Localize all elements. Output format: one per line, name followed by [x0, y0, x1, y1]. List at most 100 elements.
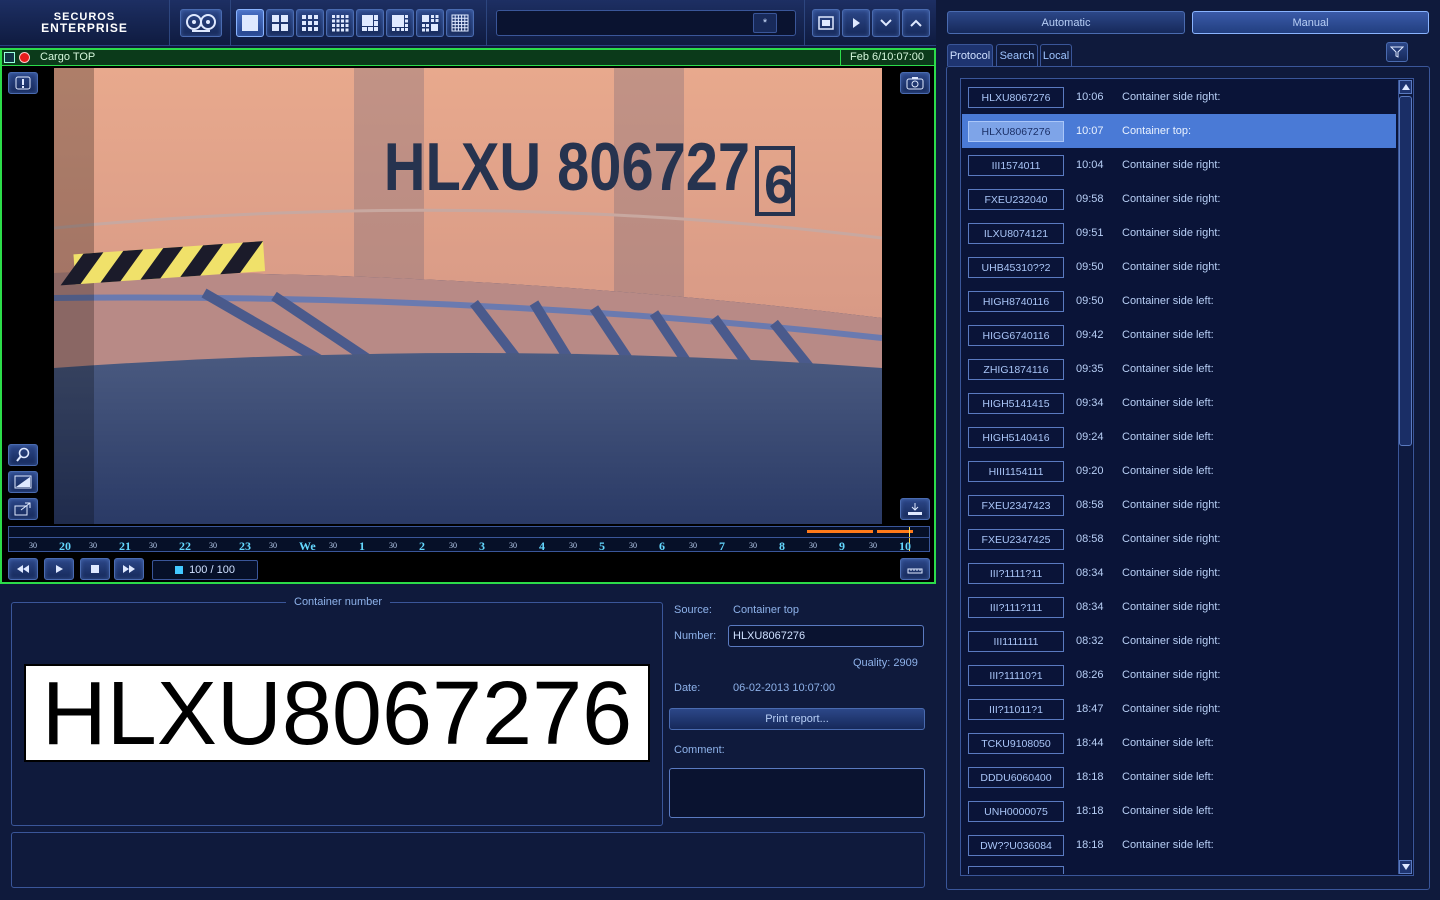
camera-image[interactable]: HLXU 806727 6: [54, 68, 882, 524]
timeline-tick-label: 21: [119, 539, 131, 553]
time-cell: 08:58: [1076, 533, 1104, 545]
camera-timestamp: Feb 6/10:07:00: [850, 51, 925, 63]
scroll-down-button[interactable]: [872, 9, 900, 37]
camera-select-button[interactable]: [812, 9, 840, 37]
protocol-row[interactable]: HIGH8740116 09:50 Container side left:: [962, 284, 1396, 318]
layout-3x3-icon: [302, 15, 318, 31]
protocol-row[interactable]: FXEU232040 09:58 Container side right:: [962, 182, 1396, 216]
protocol-row[interactable]: ZHIG1874116 09:35 Container side left:: [962, 352, 1396, 386]
next-camera-button[interactable]: [842, 9, 870, 37]
time-cell: 09:24: [1076, 431, 1104, 443]
time-cell: 08:26: [1076, 669, 1104, 681]
comment-field[interactable]: [669, 768, 925, 818]
ruler-button[interactable]: [900, 558, 930, 580]
alarm-button[interactable]: [8, 72, 38, 94]
container-number-cell: III?11110?1: [968, 665, 1064, 686]
camera-name: Cargo TOP: [40, 51, 96, 63]
protocol-row[interactable]: UHB45310??2 09:50 Container side right:: [962, 250, 1396, 284]
scroll-up-button[interactable]: [902, 9, 930, 37]
magnifier-icon: [16, 447, 30, 462]
scroll-down-arrow[interactable]: [1399, 860, 1412, 874]
list-scrollbar[interactable]: [1398, 80, 1412, 874]
protocol-row[interactable]: DW??U036084 18:18 Container side left:: [962, 828, 1396, 862]
layout-1x1-button[interactable]: [236, 9, 264, 37]
layout-2x2-button[interactable]: [266, 9, 294, 37]
print-report-button[interactable]: Print report...: [669, 708, 925, 730]
download-button[interactable]: [900, 498, 930, 520]
protocol-row[interactable]: UNH0000075 18:18 Container side left:: [962, 794, 1396, 828]
time-cell: 08:32: [1076, 635, 1104, 647]
description-cell: Container side left:: [1122, 805, 1214, 817]
timeline-tick-label: 30: [689, 541, 697, 550]
protocol-row[interactable]: III1111111 08:32 Container side right:: [962, 624, 1396, 658]
header-divider: [840, 50, 841, 66]
layout-4x4-button[interactable]: [326, 9, 354, 37]
time-cell: 09:35: [1076, 363, 1104, 375]
container-number-cell: ZHIG1874116: [968, 359, 1064, 380]
protocol-row[interactable]: FXEU2347425 08:58 Container side right:: [962, 522, 1396, 556]
download-icon: [908, 503, 922, 515]
time-cell: 18:47: [1076, 703, 1104, 715]
protocol-row[interactable]: FXEU2347423 08:58 Container side right:: [962, 488, 1396, 522]
description-cell: Container top:: [1122, 125, 1192, 137]
description-cell: Container side left:: [1122, 737, 1214, 749]
timeline-tick-label: 30: [389, 541, 397, 550]
layout-1plus5-button[interactable]: [356, 9, 384, 37]
number-field[interactable]: HLXU8067276: [728, 625, 924, 647]
protocol-row[interactable]: III?11011?1 18:47 Container side right:: [962, 692, 1396, 726]
protocol-row[interactable]: ILXU8074121 09:51 Container side right:: [962, 216, 1396, 250]
tab-local[interactable]: Local: [1040, 44, 1072, 66]
protocol-row[interactable]: III?1111?11 08:34 Container side right:: [962, 556, 1396, 590]
info-icon[interactable]: [4, 52, 15, 63]
tape-reels-button[interactable]: [180, 9, 222, 37]
image-adjust-button[interactable]: [8, 471, 38, 493]
container-number-cell: III?111?111: [968, 597, 1064, 618]
rewind-button[interactable]: [8, 558, 38, 580]
export-button[interactable]: [8, 498, 38, 520]
archive-timeline[interactable]: 30 20 30 21 30 22 30 23 30 We 30 1 30 2 30 3 30 4 30 5 30 6 30…: [8, 526, 930, 553]
layout-3x3-button[interactable]: [296, 9, 324, 37]
scroll-up-arrow[interactable]: [1399, 80, 1412, 94]
protocol-row[interactable]: III?11110?1 08:26 Container side right:: [962, 658, 1396, 692]
scroll-thumb[interactable]: [1399, 96, 1412, 446]
protocol-row[interactable]: HLXU8067276 10:06 Container side right:: [962, 80, 1396, 114]
timeline-tick-label: 4: [539, 539, 545, 553]
protocol-row[interactable]: HIGH5140416 09:24 Container side left:: [962, 420, 1396, 454]
automatic-mode-button[interactable]: Automatic: [947, 11, 1185, 34]
layout-1plus7-button[interactable]: [386, 9, 414, 37]
stop-button[interactable]: [80, 558, 110, 580]
protocol-row[interactable]: TCKU9108050 18:44 Container side left:: [962, 726, 1396, 760]
protocol-row[interactable]: HIII1154111 09:20 Container side left:: [962, 454, 1396, 488]
time-cell: 09:20: [1076, 465, 1104, 477]
tab-protocol[interactable]: Protocol: [947, 44, 993, 66]
time-cell: 18:44: [1076, 737, 1104, 749]
fast-forward-button[interactable]: [114, 558, 144, 580]
number-label: Number:: [674, 630, 717, 642]
source-value: Container top: [733, 604, 800, 616]
protocol-row[interactable]: HIGG6740116 09:42 Container side left:: [962, 318, 1396, 352]
timeline-tick-label: 9: [839, 539, 845, 553]
layout-mixed-button[interactable]: [416, 9, 444, 37]
protocol-row[interactable]: DDDU6060400 18:18 Container side left:: [962, 760, 1396, 794]
camera-search-input[interactable]: *: [496, 10, 796, 36]
protocol-row[interactable]: III?111?111 08:34 Container side right:: [962, 590, 1396, 624]
search-star-button[interactable]: *: [753, 13, 777, 33]
protocol-row[interactable]: III1574011 10:04 Container side right:: [962, 148, 1396, 182]
time-cell: 09:58: [1076, 193, 1104, 205]
manual-mode-button[interactable]: Manual: [1192, 11, 1429, 34]
filter-button[interactable]: [1386, 42, 1408, 62]
time-cell: 09:50: [1076, 295, 1104, 307]
layout-5x5-button[interactable]: [446, 9, 474, 37]
timeline-tick-label: 23: [239, 539, 251, 553]
time-cell: 09:42: [1076, 329, 1104, 341]
protocol-row[interactable]: HIGH5141415 09:34 Container side left:: [962, 386, 1396, 420]
container-number-cell: HIII1154111: [968, 461, 1064, 482]
timeline-tick-label: 30: [269, 541, 277, 550]
snapshot-button[interactable]: [900, 72, 930, 94]
play-button[interactable]: [44, 558, 74, 580]
timeline-tick-label: 6: [659, 539, 665, 553]
protocol-row[interactable]: HLXU8067276 10:07 Container top:: [962, 114, 1396, 148]
zoom-button[interactable]: [8, 444, 38, 466]
description-cell: Container side right:: [1122, 499, 1221, 511]
tab-search[interactable]: Search: [996, 44, 1038, 66]
